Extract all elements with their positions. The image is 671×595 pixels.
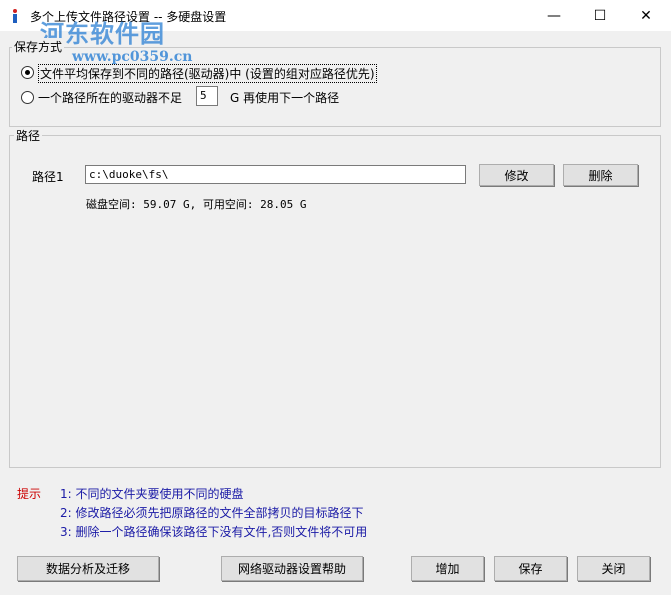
network-drive-help-button[interactable]: 网络驱动器设置帮助 — [221, 556, 363, 581]
maximize-button[interactable]: ☐ — [577, 0, 623, 31]
path-group-title: 路径 — [14, 127, 43, 144]
disk-info: 磁盘空间: 59.07 G, 可用空间: 28.05 G — [86, 198, 307, 211]
maximize-icon: ☐ — [593, 7, 607, 24]
save-button[interactable]: 保存 — [494, 556, 567, 581]
minimize-icon: — — [547, 7, 561, 24]
close-window-button[interactable]: ✕ — [623, 0, 669, 31]
add-button[interactable]: 增加 — [411, 556, 484, 581]
minimize-button[interactable]: — — [531, 0, 577, 31]
save-mode-title: 保存方式 — [12, 38, 65, 55]
tip-item-3: 3: 删除一个路径确保该路径下没有文件,否则文件将不可用 — [60, 525, 368, 539]
radio-drive-threshold-label[interactable]: 一个路径所在的驱动器不足 — [38, 89, 182, 106]
app-icon — [13, 9, 17, 23]
path-input[interactable]: c:\duoke\fs\ — [85, 165, 466, 184]
analyze-migrate-button[interactable]: 数据分析及迁移 — [17, 556, 159, 581]
close-button[interactable]: 关闭 — [577, 556, 650, 581]
modify-button[interactable]: 修改 — [479, 164, 554, 186]
tip-item-1: 1: 不同的文件夹要使用不同的硬盘 — [60, 487, 244, 501]
delete-button[interactable]: 删除 — [563, 164, 638, 186]
threshold-unit-label: G 再使用下一个路径 — [230, 91, 340, 105]
path-label: 路径1 — [32, 170, 64, 184]
radio-average-save[interactable] — [21, 66, 34, 79]
save-mode-group — [9, 47, 661, 127]
threshold-input[interactable]: 5 — [196, 86, 218, 106]
tips-label: 提示 — [17, 487, 42, 501]
radio-drive-threshold[interactable] — [21, 91, 34, 104]
close-icon: ✕ — [640, 7, 652, 24]
radio-average-save-label[interactable]: 文件平均保存到不同的路径(驱动器)中 (设置的组对应路径优先) — [38, 64, 377, 83]
tip-item-2: 2: 修改路径必须先把原路径的文件全部拷贝的目标路径下 — [60, 506, 364, 520]
